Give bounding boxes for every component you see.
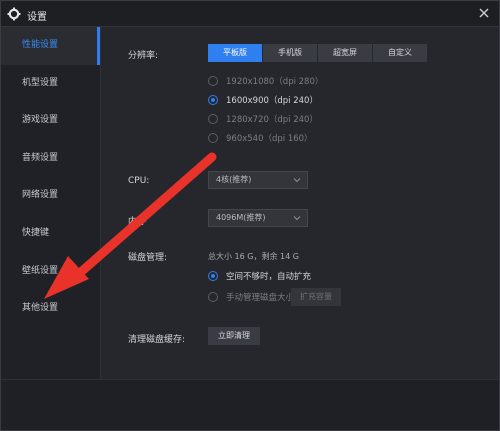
sidebar: 性能设置 机型设置 游戏设置 音频设置 网络设置 快捷键 壁纸设置 其他设置 bbox=[1, 27, 101, 379]
sidebar-item-game[interactable]: 游戏设置 bbox=[1, 102, 100, 140]
disk-option-manual[interactable]: 手动管理磁盘大小 bbox=[208, 290, 294, 304]
sidebar-item-label: 其他设置 bbox=[22, 303, 59, 314]
resolution-option-label: 1920x1080（dpi 280） bbox=[226, 77, 324, 87]
disk-option-label: 空间不够时，自动扩充 bbox=[226, 272, 312, 282]
cpu-label: CPU: bbox=[128, 176, 150, 186]
radio-button[interactable] bbox=[208, 133, 218, 143]
chevron-down-icon bbox=[293, 178, 301, 183]
resolution-mode-tabs: 平板版 手机版 超宽屏 自定义 bbox=[208, 44, 428, 62]
resolution-option-label: 960x540（dpi 160） bbox=[226, 134, 313, 144]
sidebar-item-label: 游戏设置 bbox=[22, 115, 59, 126]
sidebar-item-audio[interactable]: 音频设置 bbox=[1, 140, 100, 178]
tab-tablet[interactable]: 平板版 bbox=[208, 44, 262, 62]
disk-info: 总大小 16 G，剩余 14 G bbox=[208, 252, 299, 261]
tab-phone[interactable]: 手机版 bbox=[263, 44, 317, 62]
sidebar-item-device-model[interactable]: 机型设置 bbox=[1, 65, 100, 103]
sidebar-item-performance[interactable]: 性能设置 bbox=[1, 27, 100, 65]
tab-ultrawide[interactable]: 超宽屏 bbox=[318, 44, 372, 62]
cpu-select-value: 4核(推荐) bbox=[216, 175, 252, 184]
sidebar-item-label: 快捷键 bbox=[22, 227, 50, 238]
cpu-select[interactable]: 4核(推荐) bbox=[208, 171, 308, 189]
radio-button[interactable] bbox=[208, 292, 218, 302]
radio-button[interactable] bbox=[208, 114, 218, 124]
sidebar-item-other[interactable]: 其他设置 bbox=[1, 290, 100, 328]
sidebar-item-label: 性能设置 bbox=[22, 40, 59, 50]
disk-option-auto[interactable]: 空间不够时，自动扩充 bbox=[208, 269, 311, 283]
memory-label: 内存 bbox=[128, 217, 147, 227]
disk-option-label: 手动管理磁盘大小 bbox=[226, 293, 295, 303]
memory-select[interactable]: 4096M(推荐) bbox=[208, 209, 308, 227]
expand-disk-button[interactable]: 扩充容量 bbox=[291, 288, 341, 306]
clear-cache-button[interactable]: 立即清理 bbox=[208, 327, 260, 345]
footer-bar bbox=[1, 379, 499, 430]
resolution-option-960[interactable]: 960x540（dpi 160） bbox=[208, 131, 313, 145]
tab-custom[interactable]: 自定义 bbox=[373, 44, 427, 62]
radio-button[interactable] bbox=[208, 95, 218, 105]
sidebar-item-label: 音频设置 bbox=[22, 152, 59, 163]
resolution-label: 分辨率: bbox=[128, 51, 159, 61]
cache-label: 清理磁盘缓存: bbox=[128, 335, 186, 345]
sidebar-item-label: 壁纸设置 bbox=[22, 265, 59, 276]
chevron-down-icon bbox=[293, 216, 301, 221]
memory-select-value: 4096M(推荐) bbox=[216, 213, 266, 222]
window-title: 设置 bbox=[27, 12, 47, 23]
radio-button[interactable] bbox=[208, 76, 218, 86]
sidebar-item-wallpaper[interactable]: 壁纸设置 bbox=[1, 253, 100, 291]
settings-window: 设置 性能设置 机型设置 游戏设置 音频设置 网络设置 快捷键 壁纸设置 其他设… bbox=[0, 0, 500, 431]
resolution-option-label: 1280x720（dpi 240） bbox=[226, 115, 318, 125]
sidebar-item-label: 网络设置 bbox=[22, 190, 59, 201]
sidebar-item-label: 机型设置 bbox=[22, 77, 59, 88]
gear-icon bbox=[7, 7, 21, 21]
sidebar-item-network[interactable]: 网络设置 bbox=[1, 177, 100, 215]
close-icon[interactable] bbox=[477, 6, 491, 20]
radio-button[interactable] bbox=[208, 271, 218, 281]
resolution-option-1920[interactable]: 1920x1080（dpi 280） bbox=[208, 74, 323, 88]
disk-label: 磁盘管理: bbox=[128, 253, 168, 263]
resolution-option-1600[interactable]: 1600x900（dpi 240） bbox=[208, 93, 318, 107]
resolution-option-label: 1600x900（dpi 240） bbox=[226, 96, 318, 106]
resolution-option-1280[interactable]: 1280x720（dpi 240） bbox=[208, 112, 318, 126]
title-bar: 设置 bbox=[1, 1, 499, 27]
sidebar-item-shortcuts[interactable]: 快捷键 bbox=[1, 215, 100, 253]
settings-panel: 分辨率: 平板版 手机版 超宽屏 自定义 1920x1080（dpi 280） … bbox=[102, 27, 499, 379]
